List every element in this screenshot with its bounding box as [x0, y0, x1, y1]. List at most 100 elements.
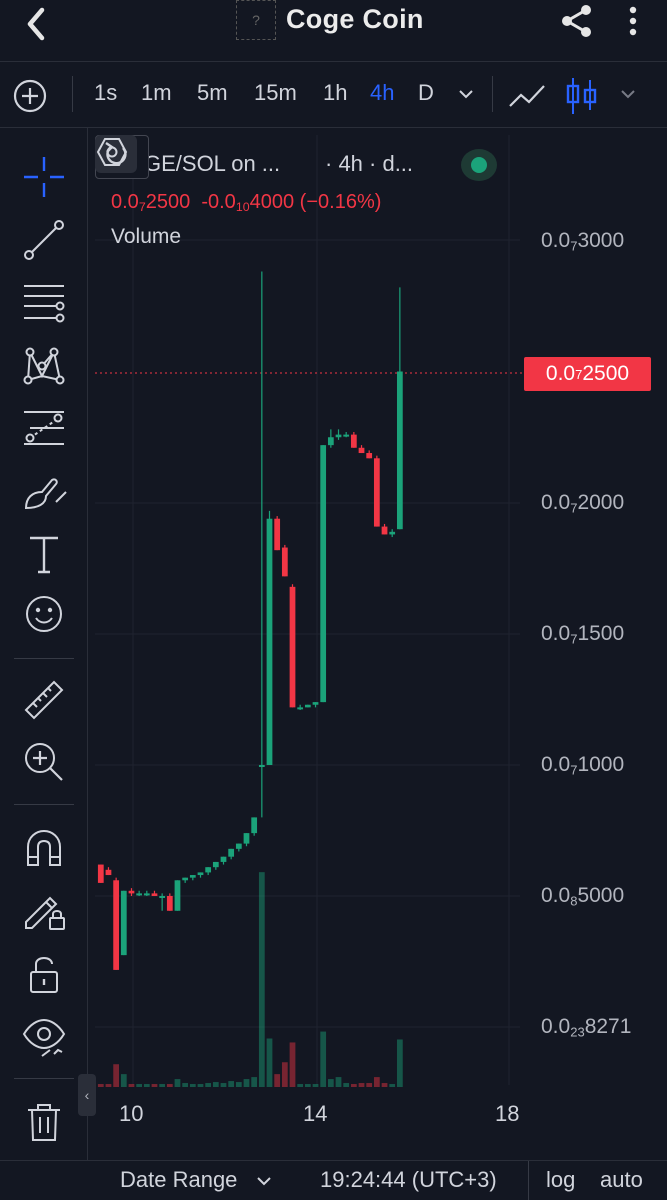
back-arrow-icon[interactable]	[18, 4, 58, 44]
candle-body[interactable]	[151, 893, 158, 896]
volume-bar	[159, 1084, 166, 1087]
candle-body[interactable]	[189, 875, 196, 878]
candle-body[interactable]	[320, 445, 327, 703]
share-icon[interactable]	[558, 2, 596, 40]
candle-body[interactable]	[297, 707, 304, 710]
candle-body[interactable]	[174, 880, 181, 911]
more-vertical-icon[interactable]	[620, 4, 646, 40]
candle-body[interactable]	[274, 518, 281, 551]
fib-retracement-icon[interactable]	[20, 278, 68, 326]
candlestick-chart[interactable]	[95, 135, 667, 1160]
indicators-icon[interactable]	[507, 76, 547, 116]
timeframe-1s[interactable]: 1s	[94, 80, 117, 106]
date-range-chevron-down-icon[interactable]	[254, 1171, 274, 1191]
candle-body[interactable]	[120, 890, 127, 956]
volume-bar	[151, 1084, 158, 1087]
volume-bar	[312, 1084, 319, 1087]
chart-settings-icon[interactable]	[95, 135, 129, 169]
candle-body[interactable]	[182, 877, 189, 881]
volume-bar	[197, 1084, 204, 1087]
candle-body[interactable]	[128, 890, 135, 894]
auto-scale-toggle[interactable]: auto	[600, 1167, 643, 1193]
candle-body[interactable]	[343, 434, 350, 437]
candle-body[interactable]	[335, 434, 342, 438]
pattern-tool-icon[interactable]	[20, 342, 68, 390]
date-range-button[interactable]: Date Range	[120, 1167, 237, 1193]
candle-body[interactable]	[97, 864, 104, 883]
toolbar-collapse-chevron-left-icon[interactable]: ‹	[78, 1074, 96, 1116]
market-status-dot[interactable]	[461, 149, 497, 181]
volume-bar	[136, 1084, 143, 1087]
app-header: ? Coge Coin	[0, 0, 667, 62]
chart-type-chevron-down-icon[interactable]	[618, 84, 638, 104]
timeframe-chevron-down-icon[interactable]	[456, 84, 476, 104]
candle-body[interactable]	[197, 872, 204, 876]
timeframe-1h[interactable]: 1h	[323, 80, 347, 106]
lock-drawings-icon[interactable]	[20, 886, 68, 934]
trash-icon[interactable]	[20, 1098, 68, 1146]
candle-body[interactable]	[159, 896, 166, 898]
brush-icon[interactable]	[20, 468, 68, 516]
timeframe-15m[interactable]: 15m	[254, 80, 297, 106]
volume-bar	[228, 1081, 235, 1087]
volume-bar	[128, 1084, 135, 1087]
candle-body[interactable]	[312, 702, 319, 705]
ruler-icon[interactable]	[20, 676, 68, 724]
candle-body[interactable]	[366, 453, 373, 459]
candle-body[interactable]	[235, 843, 242, 849]
price-scale-label: 0.085000	[541, 884, 625, 909]
candle-body[interactable]	[350, 434, 357, 448]
candle-body[interactable]	[373, 458, 380, 527]
candle-body[interactable]	[220, 856, 227, 862]
candle-body[interactable]	[166, 896, 173, 911]
candle-body[interactable]	[396, 371, 403, 530]
volume-bar	[320, 1031, 327, 1087]
candle-body[interactable]	[205, 867, 212, 873]
add-symbol-icon[interactable]	[12, 78, 48, 114]
candle-body[interactable]	[304, 704, 311, 708]
candle-body[interactable]	[389, 531, 396, 535]
zoom-in-icon[interactable]	[20, 738, 68, 786]
log-scale-toggle[interactable]: log	[546, 1167, 575, 1193]
candle-body[interactable]	[105, 869, 112, 876]
candle-body[interactable]	[381, 526, 388, 535]
volume-bar	[189, 1084, 196, 1087]
timeframe-5m[interactable]: 5m	[197, 80, 228, 106]
volume-bar	[389, 1084, 396, 1087]
timeframe-4h[interactable]: 4h	[370, 80, 394, 106]
volume-indicator-label[interactable]: Volume	[111, 225, 181, 249]
volume-bar	[289, 1042, 296, 1087]
candle-body[interactable]	[266, 518, 273, 765]
volume-bar	[251, 1077, 258, 1087]
candle-body[interactable]	[251, 817, 258, 834]
candle-body[interactable]	[228, 848, 235, 857]
candle-body[interactable]	[258, 765, 265, 767]
candlestick-type-icon[interactable]	[562, 76, 602, 116]
clock-timezone[interactable]: 19:24:44 (UTC+3)	[320, 1167, 497, 1193]
timeframe-1m[interactable]: 1m	[141, 80, 172, 106]
candle-body[interactable]	[243, 833, 250, 844]
hide-drawings-eye-icon[interactable]	[20, 1012, 68, 1060]
candle-body[interactable]	[212, 861, 219, 868]
price-chart[interactable]: COGE/SOL on ... · 4h · d... 0.072500 -0.…	[95, 135, 667, 1160]
forecast-tool-icon[interactable]	[20, 404, 68, 452]
candle-body[interactable]	[113, 880, 120, 970]
toolbar-divider	[14, 658, 74, 659]
text-tool-icon[interactable]	[20, 530, 68, 578]
bottom-divider	[528, 1161, 529, 1200]
candle-body[interactable]	[327, 437, 334, 446]
candle-body[interactable]	[289, 586, 296, 708]
candle-body[interactable]	[281, 547, 288, 577]
candle-body[interactable]	[143, 893, 150, 896]
unlock-icon[interactable]	[20, 950, 68, 998]
volume-bar	[120, 1074, 127, 1087]
timeframe-d[interactable]: D	[418, 80, 434, 106]
magnet-icon[interactable]	[20, 825, 68, 873]
trend-line-icon[interactable]	[20, 216, 68, 264]
crosshair-icon[interactable]	[20, 153, 68, 201]
volume-bar	[143, 1084, 150, 1087]
candle-body[interactable]	[136, 893, 143, 896]
candle-body[interactable]	[358, 447, 365, 454]
emoji-icon[interactable]	[20, 590, 68, 638]
price-scale-label: 0.071500	[541, 622, 625, 647]
